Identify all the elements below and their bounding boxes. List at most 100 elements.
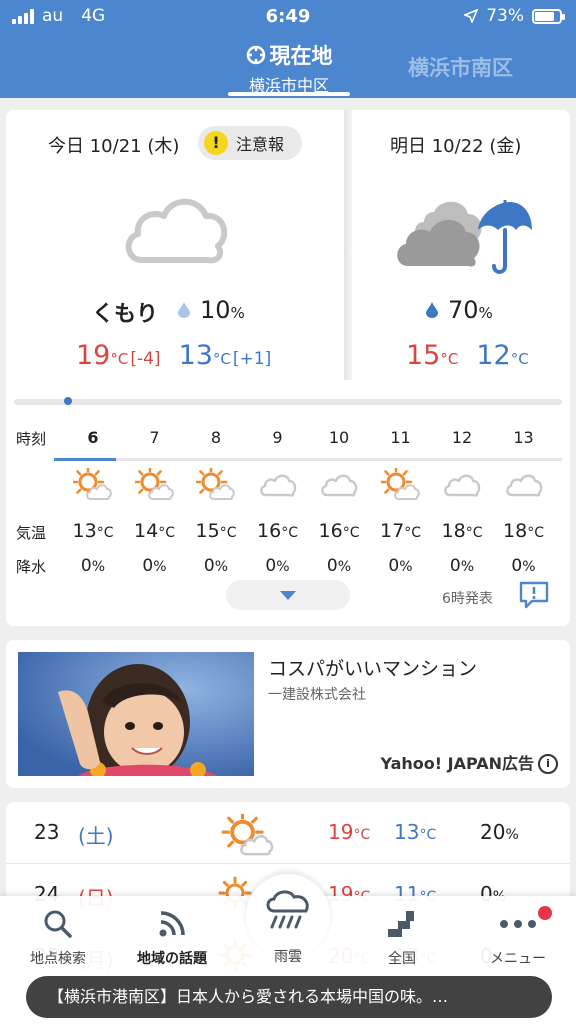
hour-precip-unit: % bbox=[522, 559, 536, 575]
nav-search-label: 地点検索 bbox=[30, 951, 86, 967]
status-bar: au 4G 6:49 73% bbox=[0, 4, 576, 30]
ad-title[interactable]: コスパがいいマンション bbox=[268, 654, 477, 681]
hour-temp-unit: °C bbox=[527, 525, 544, 541]
hour-temp: 16°C bbox=[247, 520, 309, 542]
nav-search[interactable]: 地点検索 bbox=[8, 904, 108, 968]
hour-value: 7 bbox=[149, 428, 160, 447]
battery-icon bbox=[532, 8, 565, 24]
ad-info-icon[interactable]: i bbox=[538, 754, 558, 774]
hour-precip-value: 0 bbox=[511, 556, 523, 576]
tomorrow-panel[interactable]: 明日 10/22 (金) 70% 15°C 12°C bbox=[352, 110, 570, 380]
hour-temp-unit: °C bbox=[158, 525, 175, 541]
hour-precip-value: 0 bbox=[142, 556, 154, 576]
cloud-icon bbox=[125, 198, 228, 264]
today-pop-unit: % bbox=[230, 304, 245, 322]
tomorrow-pop-unit: % bbox=[478, 304, 493, 322]
tab-current-location[interactable]: 現在地 横浜市中区 bbox=[228, 40, 350, 98]
hour-temp: 18°C bbox=[431, 520, 493, 542]
hour-track bbox=[54, 458, 562, 461]
battery-percent: 73% bbox=[486, 6, 524, 26]
hour-value: 8 bbox=[210, 428, 222, 447]
hour-value: 6 bbox=[87, 428, 99, 447]
hour-precip-value: 0 bbox=[449, 556, 461, 576]
ad-image[interactable] bbox=[18, 652, 254, 776]
day-scroll-slider[interactable] bbox=[14, 397, 562, 405]
hour-temp-value: 18 bbox=[441, 520, 466, 542]
hour-precip-unit: % bbox=[91, 559, 106, 575]
cloud-icon bbox=[321, 474, 358, 497]
today-date: 今日 10/21 (木) bbox=[48, 136, 180, 157]
hour-temp-value: 18 bbox=[503, 520, 528, 542]
tomorrow-high-unit: °C bbox=[440, 350, 459, 368]
today-panel[interactable]: 今日 10/21 (木) ! 注意報 くもり 10% 19°C [-4] 13°C… bbox=[6, 110, 346, 380]
weekly-day: 23 bbox=[34, 820, 60, 844]
feedback-icon[interactable] bbox=[518, 580, 550, 610]
hour-label: 10 bbox=[308, 428, 370, 454]
hour-precip-unit: % bbox=[276, 559, 290, 575]
hour-temp: 15°C bbox=[185, 520, 247, 542]
nav-rain-label: 雨雲 bbox=[274, 949, 302, 965]
sun-cloud-icon bbox=[134, 468, 174, 500]
hour-icon bbox=[124, 468, 186, 508]
weekly-high-unit: °C bbox=[353, 827, 371, 843]
hour-temp: 17°C bbox=[370, 520, 432, 542]
hour-precip-unit: % bbox=[337, 559, 352, 575]
hour-precip: 0% bbox=[62, 556, 124, 576]
nav-menu-label: メニュー bbox=[490, 951, 546, 967]
nav-menu[interactable]: メニュー bbox=[468, 904, 568, 968]
hour-temp-value: 15 bbox=[195, 520, 220, 542]
tomorrow-low: 12 bbox=[476, 340, 511, 371]
sun-cloud-icon bbox=[196, 468, 235, 500]
hour-temp-value: 17 bbox=[380, 520, 405, 542]
hour-precip: 0% bbox=[247, 556, 309, 576]
hour-precip: 0% bbox=[431, 556, 493, 576]
raindrop-icon bbox=[178, 302, 190, 318]
today-condition: くもり bbox=[92, 302, 159, 327]
app-header: au 4G 6:49 73% 現在地 横浜市中区 横浜市南区 bbox=[0, 0, 576, 98]
today-pop-value: 10 bbox=[200, 296, 231, 324]
cloud-icon bbox=[259, 474, 296, 497]
hour-value: 13 bbox=[513, 428, 534, 447]
ad-card[interactable]: コスパがいいマンション 一建設株式会社 Yahoo! JAPAN広告 i bbox=[6, 640, 570, 788]
hour-precip: 0% bbox=[185, 556, 247, 576]
expand-hourly-button[interactable] bbox=[226, 580, 350, 610]
news-toast[interactable]: 【横浜市港南区】日本人から愛される本場中国の味。… bbox=[26, 976, 552, 1018]
today-high-diff: [-4] bbox=[130, 349, 161, 369]
hour-label: 9 bbox=[247, 428, 309, 454]
hour-icon bbox=[247, 468, 309, 508]
hour-label: 13 bbox=[493, 428, 555, 454]
hour-temp-value: 14 bbox=[134, 520, 159, 542]
tab-other-location[interactable]: 横浜市南区 bbox=[408, 52, 513, 82]
rain-cloud-icon bbox=[266, 890, 309, 929]
nav-nationwide[interactable]: 全国 bbox=[352, 904, 452, 968]
slider-dot bbox=[64, 397, 72, 405]
sun-cloud-icon bbox=[73, 468, 112, 500]
nav-rain-radar[interactable]: 雨雲 bbox=[238, 890, 338, 966]
today-low: 13 bbox=[178, 340, 213, 371]
forecast-card: 今日 10/21 (木) ! 注意報 くもり 10% 19°C [-4] 13°C… bbox=[6, 110, 570, 626]
hour-temp: 18°C bbox=[493, 520, 555, 542]
hourly-forecast[interactable]: 時刻 気温 降水 6 13°C 0% 7 14°C 0% 8 15°C 0% 9 16°C 0% 10 1… bbox=[6, 420, 570, 576]
hour-temp: 16°C bbox=[308, 520, 370, 542]
hour-icon bbox=[308, 468, 370, 508]
hour-temp-unit: °C bbox=[96, 525, 114, 541]
ad-label: Yahoo! JAPAN広告 bbox=[380, 754, 534, 773]
hour-precip-value: 0 bbox=[80, 556, 92, 576]
label-precip: 降水 bbox=[16, 558, 47, 576]
alert-badge[interactable]: ! 注意報 bbox=[198, 126, 302, 160]
rss-icon bbox=[159, 911, 185, 937]
hour-precip-unit: % bbox=[460, 559, 475, 575]
map-icon bbox=[388, 911, 414, 937]
raindrop-icon bbox=[426, 302, 438, 318]
nav-topics[interactable]: 地域の話題 bbox=[122, 904, 222, 968]
weekly-high: 19 bbox=[328, 820, 354, 844]
tomorrow-pop: 70% bbox=[426, 296, 493, 324]
hour-temp-unit: °C bbox=[404, 525, 421, 541]
issued-time: 6時発表 bbox=[442, 591, 493, 607]
hour-precip: 0% bbox=[493, 556, 555, 576]
weekly-dow: (土) bbox=[78, 824, 114, 848]
tomorrow-pop-value: 70 bbox=[448, 296, 479, 324]
weekly-row[interactable]: 23 (土) 19°C 13°C 20% bbox=[6, 802, 570, 864]
cloud-icon bbox=[444, 474, 481, 497]
hour-temp-value: 13 bbox=[72, 520, 97, 542]
